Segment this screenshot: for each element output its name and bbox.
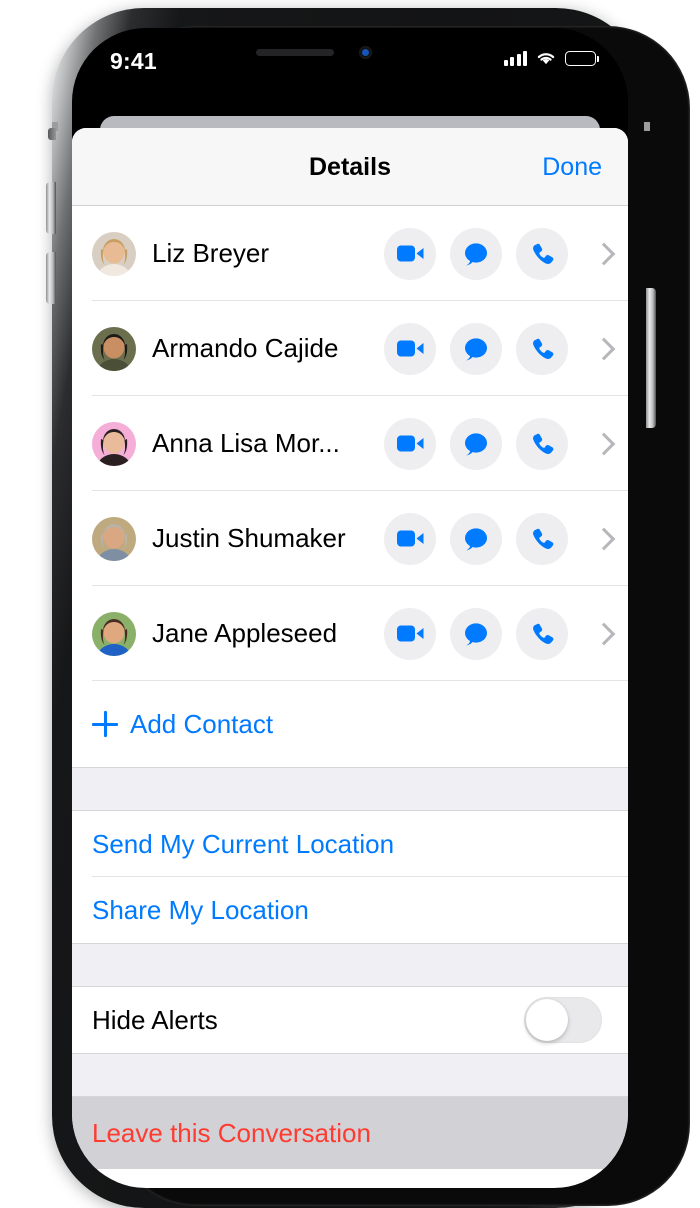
battery-full-icon (565, 50, 599, 66)
send-current-location-row[interactable]: Send My Current Location (72, 811, 628, 877)
chevron-right-icon (592, 622, 616, 645)
antenna-band-right (644, 122, 650, 131)
contact-action-group (384, 322, 616, 375)
section-divider (72, 1053, 628, 1097)
hide-alerts-toggle[interactable] (524, 997, 602, 1043)
contact-row[interactable]: Liz Breyer (72, 206, 628, 301)
video-camera-icon[interactable] (384, 417, 436, 470)
leave-conversation-label: Leave this Conversation (92, 1117, 371, 1148)
section-divider (72, 943, 628, 987)
chevron-right-icon (592, 242, 616, 265)
message-bubble-icon[interactable] (450, 417, 502, 470)
volume-up-button[interactable] (46, 182, 56, 234)
chevron-right-icon (592, 527, 616, 550)
hide-alerts-label: Hide Alerts (92, 1004, 218, 1035)
done-button[interactable]: Done (542, 153, 602, 182)
contact-row[interactable]: Jane Appleseed (72, 586, 628, 681)
leave-conversation-row[interactable]: Leave this Conversation (72, 1097, 628, 1169)
contact-row[interactable]: Anna Lisa Mor... (72, 396, 628, 491)
avatar (92, 611, 136, 656)
add-contact-label: Add Contact (130, 708, 274, 739)
contact-action-group (384, 417, 616, 470)
toggle-knob (526, 999, 568, 1041)
contact-list: Liz Breyer Armando Cajide Anna Lisa Mor.… (72, 206, 628, 681)
message-bubble-icon[interactable] (450, 322, 502, 375)
avatar (92, 516, 136, 561)
status-bar-time: 9:41 (110, 48, 157, 74)
chevron-right-icon (592, 337, 616, 360)
hide-alerts-row: Hide Alerts (72, 987, 628, 1053)
chevron-right-icon (592, 432, 616, 455)
contact-name: Anna Lisa Mor... (152, 428, 340, 458)
contact-action-group (384, 512, 616, 565)
phone-handset-icon[interactable] (516, 512, 568, 565)
avatar (92, 231, 136, 276)
avatar (92, 326, 136, 371)
contact-name: Armando Cajide (152, 333, 339, 363)
contact-name: Jane Appleseed (152, 618, 338, 648)
share-location-label: Share My Location (92, 894, 309, 925)
add-contact-row[interactable]: Add Contact (72, 681, 628, 767)
phone-handset-icon[interactable] (516, 607, 568, 660)
phone-handset-icon[interactable] (516, 322, 568, 375)
message-bubble-icon[interactable] (450, 607, 502, 660)
video-camera-icon[interactable] (384, 512, 436, 565)
contact-action-group (384, 227, 616, 280)
wifi-icon (537, 53, 555, 65)
video-camera-icon[interactable] (384, 227, 436, 280)
video-camera-icon[interactable] (384, 607, 436, 660)
contact-row[interactable]: Armando Cajide (72, 301, 628, 396)
device-screen: 9:41 Details Done Liz Breyer Armando Caj… (72, 28, 628, 1188)
volume-down-button[interactable] (46, 252, 56, 304)
phone-handset-icon[interactable] (516, 417, 568, 470)
phone-handset-icon[interactable] (516, 227, 568, 280)
cellular-signal-icon (503, 50, 527, 66)
camera-iris-icon (362, 49, 369, 56)
message-bubble-icon[interactable] (450, 512, 502, 565)
status-bar-indicators (503, 50, 599, 66)
navigation-bar: Details Done (72, 128, 628, 206)
send-current-location-label: Send My Current Location (92, 828, 395, 859)
contact-action-group (384, 607, 616, 660)
avatar (92, 421, 136, 466)
details-modal-sheet: Details Done Liz Breyer Armando Cajide A… (72, 128, 628, 1188)
side-power-button[interactable] (646, 288, 656, 428)
contact-name: Justin Shumaker (152, 523, 346, 553)
silent-switch-button[interactable] (48, 128, 56, 140)
message-bubble-icon[interactable] (450, 227, 502, 280)
video-camera-icon[interactable] (384, 322, 436, 375)
contact-row[interactable]: Justin Shumaker (72, 491, 628, 586)
contact-name: Liz Breyer (152, 238, 270, 268)
earpiece-speaker-icon (256, 49, 334, 56)
share-location-row[interactable]: Share My Location (72, 877, 628, 943)
section-divider (72, 767, 628, 811)
plus-icon (92, 711, 118, 737)
